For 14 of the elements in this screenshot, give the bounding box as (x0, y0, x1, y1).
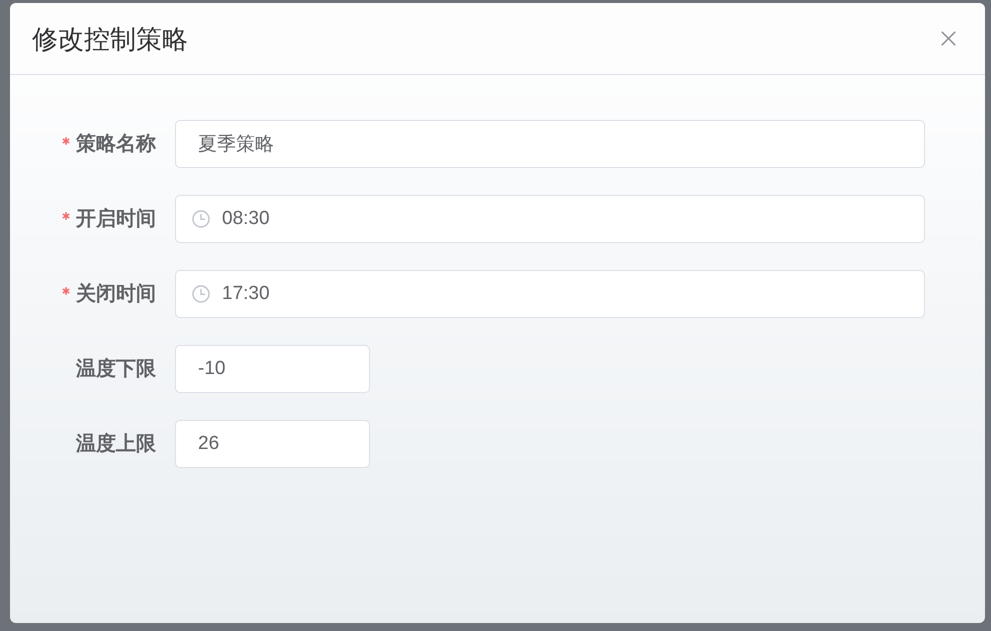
time-field[interactable]: 08:30 (175, 195, 925, 243)
field-label: 策略名称 (76, 132, 156, 157)
field-label: 温度下限 (76, 356, 156, 382)
clock-icon (192, 285, 210, 303)
dialog-title: 修改控制策略 (32, 22, 188, 56)
input-field[interactable]: -10 (175, 345, 370, 393)
time-field[interactable]: 17:30 (175, 270, 925, 318)
field-label: 开启时间 (76, 206, 156, 232)
field-label: 温度上限 (76, 432, 156, 457)
field-label: 关闭时间 (76, 282, 156, 307)
close-icon (940, 31, 956, 46)
input-field[interactable]: 夏季策略 (175, 120, 925, 168)
input-field[interactable]: 26 (175, 420, 370, 468)
clock-icon (192, 210, 210, 228)
